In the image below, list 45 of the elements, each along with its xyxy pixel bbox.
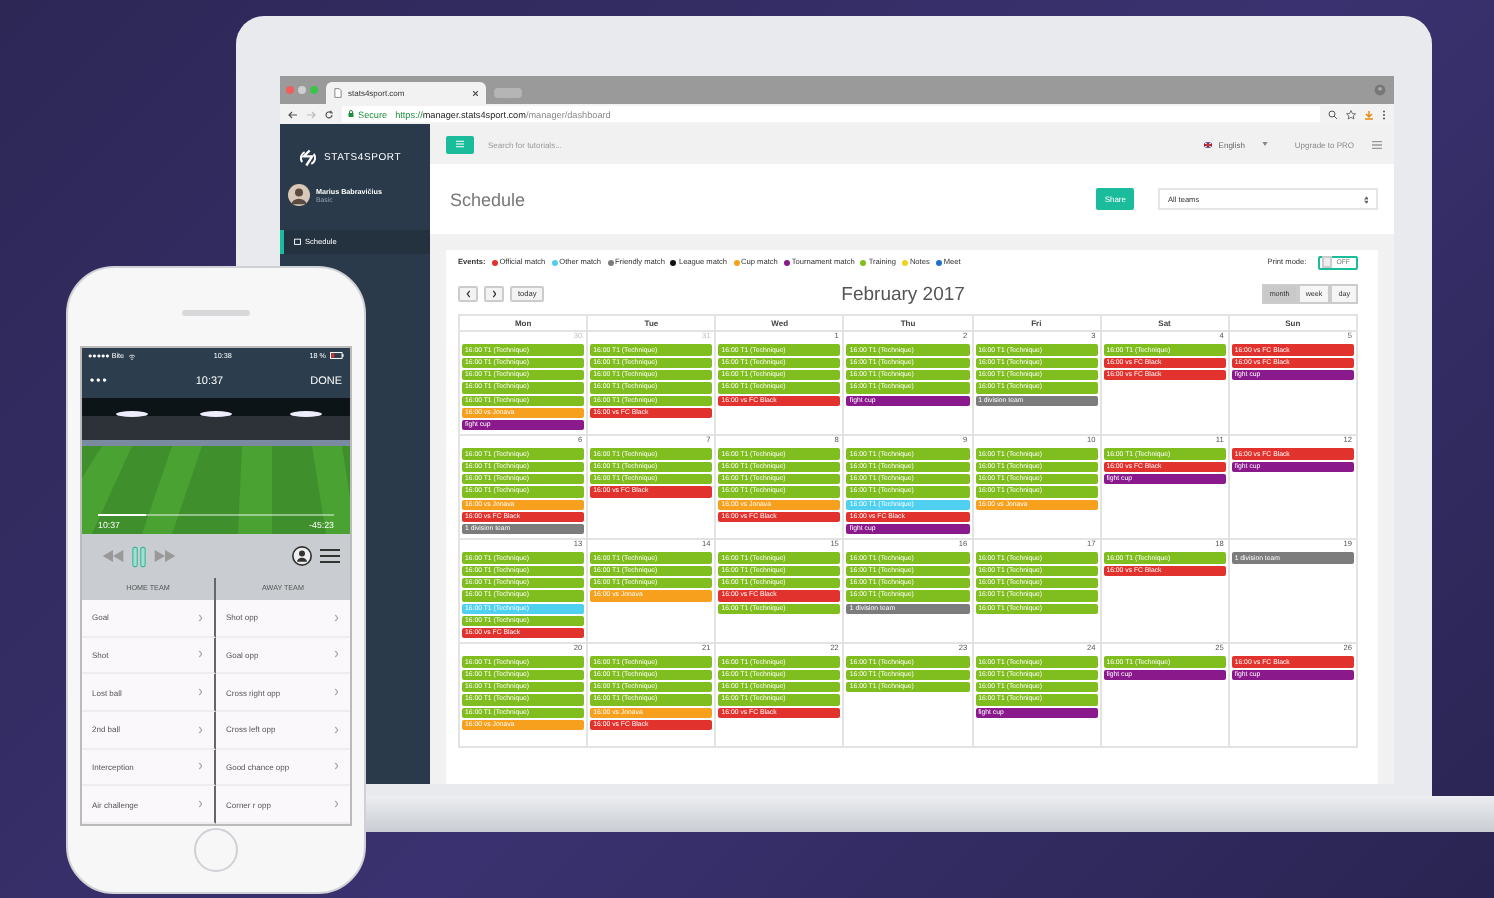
fast-forward-icon[interactable] bbox=[154, 550, 176, 562]
avatar-icon bbox=[288, 184, 310, 206]
chevron-right-icon bbox=[333, 688, 338, 697]
account-icon[interactable] bbox=[1374, 84, 1386, 96]
next-button[interactable] bbox=[484, 286, 504, 302]
search-icon[interactable] bbox=[1328, 109, 1338, 119]
chevron-right-icon bbox=[197, 762, 202, 771]
chevron-right-icon bbox=[333, 725, 338, 734]
chevron-right-icon bbox=[197, 688, 202, 697]
menu-button[interactable] bbox=[446, 135, 474, 153]
battery-icon bbox=[330, 352, 344, 360]
chevron-right-icon bbox=[333, 650, 338, 659]
page-icon bbox=[334, 88, 342, 98]
calendar-icon bbox=[294, 238, 301, 246]
chevron-right-icon bbox=[333, 613, 338, 622]
sort-icon bbox=[1363, 195, 1368, 203]
chevron-right-icon bbox=[333, 800, 338, 809]
person-icon[interactable] bbox=[292, 546, 312, 566]
close-icon[interactable] bbox=[471, 89, 478, 97]
chevron-right-icon bbox=[491, 290, 497, 298]
flag-icon bbox=[1204, 141, 1213, 147]
menu-icon[interactable] bbox=[320, 548, 340, 564]
previous-button[interactable] bbox=[458, 286, 478, 302]
lock-icon bbox=[348, 110, 354, 118]
logo-icon bbox=[298, 148, 318, 168]
list-icon[interactable] bbox=[1372, 139, 1382, 149]
download-icon[interactable] bbox=[1364, 109, 1374, 119]
chevron-left-icon bbox=[465, 290, 471, 298]
chevron-right-icon bbox=[197, 725, 202, 734]
page-title: Schedule bbox=[450, 189, 526, 209]
chevron-right-icon bbox=[197, 800, 202, 809]
caret-icon bbox=[1262, 142, 1269, 146]
back-icon[interactable] bbox=[288, 109, 298, 119]
home-button[interactable] bbox=[194, 828, 238, 872]
menu-icon bbox=[456, 140, 464, 148]
star-icon[interactable] bbox=[1346, 109, 1356, 119]
chevron-right-icon bbox=[197, 650, 202, 659]
forward-icon[interactable] bbox=[306, 109, 316, 119]
chevron-right-icon bbox=[333, 762, 338, 771]
wifi-icon bbox=[128, 353, 137, 359]
chevron-right-icon bbox=[197, 613, 202, 622]
month-title: February 2017 bbox=[841, 283, 965, 305]
rewind-icon[interactable] bbox=[102, 550, 124, 562]
reload-icon[interactable] bbox=[324, 109, 334, 119]
pause-icon[interactable] bbox=[132, 545, 146, 567]
